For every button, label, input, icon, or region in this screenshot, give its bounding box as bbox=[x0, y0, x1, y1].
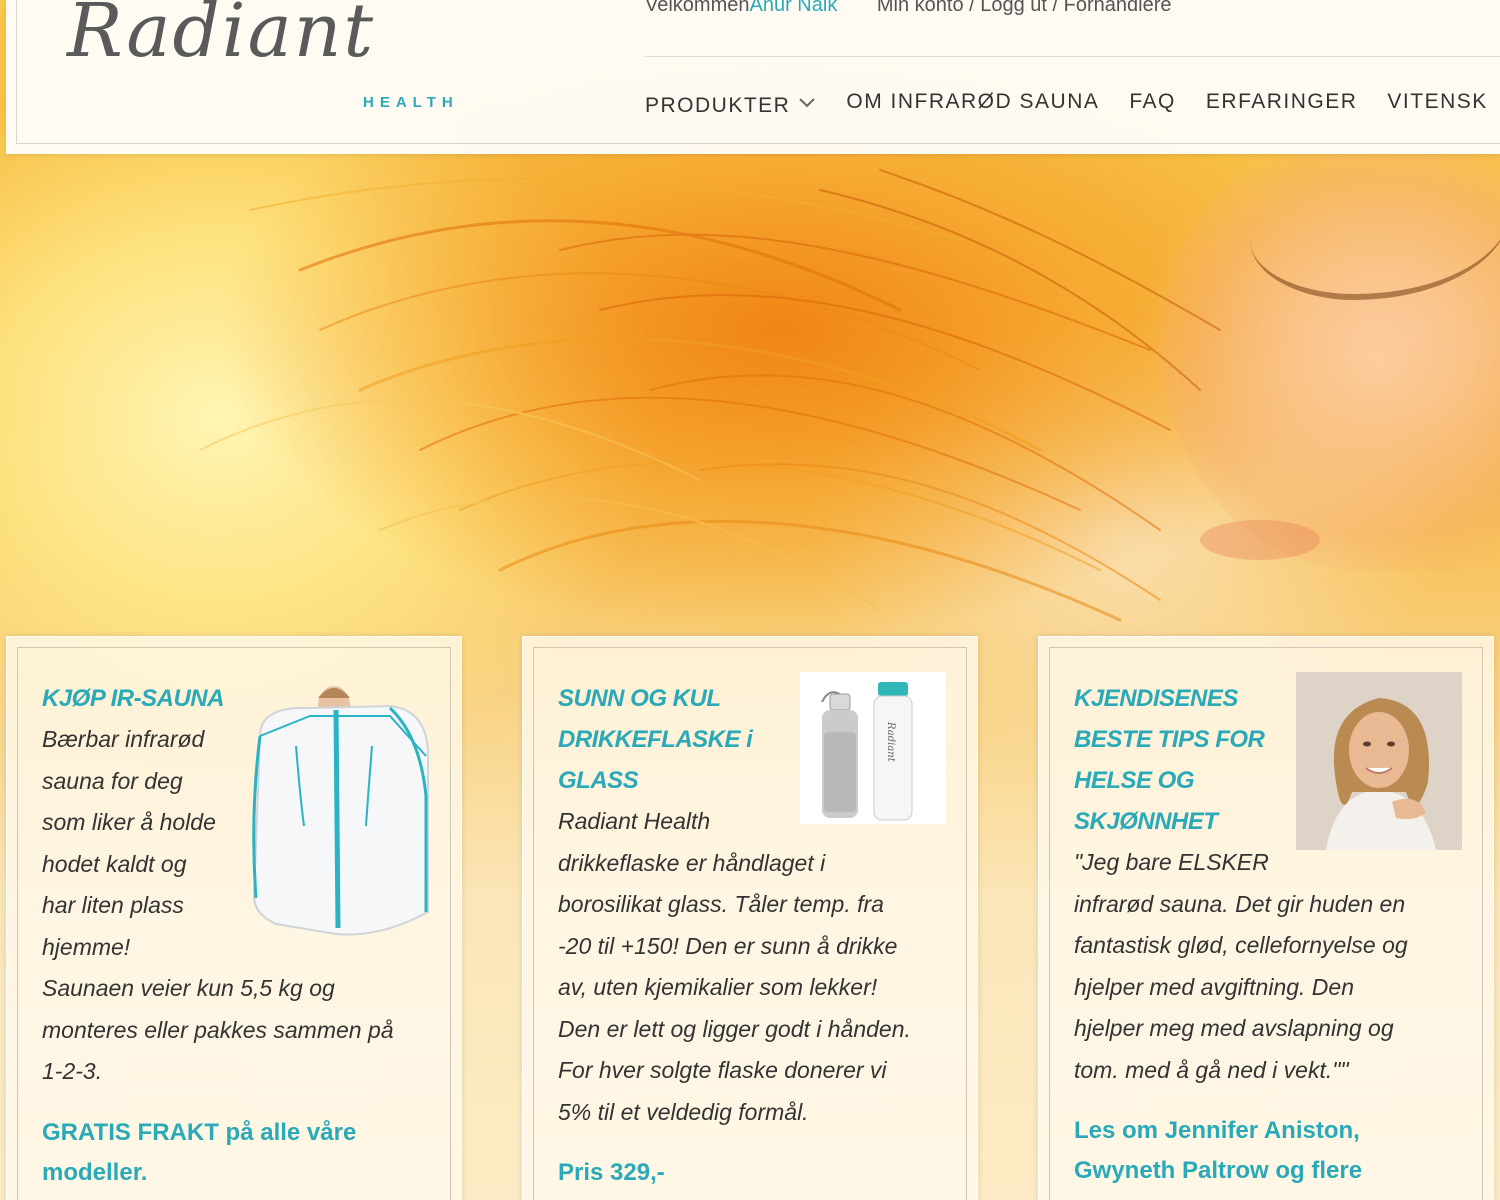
site-logo[interactable]: Radiant HEALTH bbox=[67, 0, 487, 125]
card-title[interactable]: KJØP IR-SAUNA bbox=[42, 678, 452, 719]
card-celebrity-tips[interactable]: KJENDISENES BESTE TIPS FOR HELSE OG SKJØ… bbox=[1038, 636, 1494, 1200]
card-text-line: har liten plass bbox=[42, 892, 184, 918]
cta-line: modeller. bbox=[42, 1158, 148, 1186]
card-text-line: Radiant Health bbox=[558, 808, 711, 834]
card-text-line: hjemme! bbox=[42, 933, 131, 960]
card-text-line: borosilikat glass. Tåler temp. fra bbox=[558, 891, 884, 917]
welcome-label: Velkommen bbox=[645, 0, 750, 16]
card-text-line: Saunaen veier kun 5,5 kg og bbox=[42, 975, 335, 1001]
card-text-line: 5% til et veldedig formål. bbox=[558, 1098, 809, 1125]
card-text-line: infrarød sauna. Det gir huden en bbox=[1074, 890, 1406, 917]
card-title-line: GLASS bbox=[558, 767, 639, 794]
card-text-line: "Jeg bare ELSKER bbox=[1074, 849, 1269, 875]
top-links: VelkommenAnur Naik Min konto / Logg ut /… bbox=[645, 0, 1172, 24]
card-title[interactable]: KJENDISENES BESTE TIPS FOR HELSE OG SKJØ… bbox=[1074, 678, 1484, 842]
account-links[interactable]: Min konto / Logg ut / Forhandlere bbox=[877, 0, 1172, 16]
card-title-line: SKJØNNHET bbox=[1074, 808, 1218, 835]
card-water-bottle[interactable]: Radiant SUNN OG KUL DRIKKEFLASKE i GLASS… bbox=[522, 636, 978, 1200]
card-text-line: av, uten kjemikalier som lekker! bbox=[558, 974, 878, 1000]
chevron-down-icon bbox=[798, 90, 816, 114]
cta-line: Les om Jennifer Aniston, bbox=[1074, 1117, 1360, 1144]
price-label[interactable]: Pris 329,- bbox=[558, 1153, 968, 1193]
card-text-line: Bærbar infrarød bbox=[42, 726, 205, 752]
card-text-line: hjelper meg med avslapning og bbox=[1074, 1015, 1394, 1041]
card-text-line: Den er lett og ligger godt i hånden. bbox=[558, 1015, 911, 1042]
hero-hair-image bbox=[199, 169, 1221, 622]
card-text-line: hjelper med avgiftning. Den bbox=[1074, 973, 1354, 1000]
nav-item-faq[interactable]: FAQ bbox=[1129, 90, 1176, 114]
card-text-line: monteres eller pakkes sammen på bbox=[42, 1016, 394, 1043]
card-text-line: fantastisk glød, cellefornyelse og bbox=[1074, 932, 1408, 958]
card-frame: Radiant SUNN OG KUL DRIKKEFLASKE i GLASS… bbox=[533, 647, 967, 1200]
card-title-line: DRIKKEFLASKE i bbox=[558, 726, 753, 753]
card-text-line: For hver solgte flaske donerer vi bbox=[558, 1057, 887, 1083]
card-text-line: sauna for deg bbox=[42, 767, 183, 794]
main-nav: PRODUKTER OM INFRARØD SAUNA FAQ ERFARINGER V… bbox=[645, 90, 1500, 120]
card-content: SUNN OG KUL DRIKKEFLASKE i GLASS Radiant… bbox=[558, 678, 968, 1193]
card-content: KJENDISENES BESTE TIPS FOR HELSE OG SKJØ… bbox=[1074, 678, 1484, 1191]
nav-item-vitensk[interactable]: VITENSK bbox=[1387, 90, 1487, 114]
card-text-line: hodet kaldt og bbox=[42, 850, 187, 877]
nav-item-erfaringer[interactable]: ERFARINGER bbox=[1206, 90, 1358, 114]
header-frame: Radiant HEALTH VelkommenAnur Naik Min ko… bbox=[16, 0, 1500, 144]
card-title-line: HELSE OG bbox=[1074, 767, 1195, 794]
cta-line: Gwyneth Paltrow og flere bbox=[1074, 1157, 1363, 1184]
free-shipping-link[interactable]: GRATIS FRAKT på alle våre modeller. bbox=[42, 1113, 452, 1193]
card-text-line: -20 til +150! Den er sunn å drikke bbox=[558, 932, 898, 959]
read-celebrities-link[interactable]: Les om Jennifer Aniston, Gwyneth Paltrow… bbox=[1074, 1111, 1484, 1191]
logo-script-text: Radiant bbox=[67, 0, 376, 74]
card-text-line: tom. med å gå ned i vekt."" bbox=[1074, 1056, 1349, 1083]
cta-line: GRATIS FRAKT på alle våre bbox=[42, 1118, 357, 1146]
card-frame: KJENDISENES BESTE TIPS FOR HELSE OG SKJØ… bbox=[1049, 647, 1483, 1200]
nav-item-om-infrarod-sauna[interactable]: OM INFRARØD SAUNA bbox=[846, 90, 1099, 114]
card-title-line: KJENDISENES bbox=[1074, 685, 1238, 712]
card-text-line: som liker å holde bbox=[42, 809, 216, 835]
username-link[interactable]: Anur Naik bbox=[750, 0, 838, 16]
card-text-line: 1-2-3. bbox=[42, 1058, 103, 1084]
card-content: KJØP IR-SAUNA Bærbar infrarød sauna for … bbox=[42, 678, 452, 1193]
card-title[interactable]: SUNN OG KUL DRIKKEFLASKE i GLASS bbox=[558, 678, 968, 801]
card-buy-sauna[interactable]: KJØP IR-SAUNA Bærbar infrarød sauna for … bbox=[6, 636, 462, 1200]
nav-item-produkter[interactable]: PRODUKTER bbox=[645, 90, 816, 118]
card-title-line: BESTE TIPS FOR bbox=[1074, 726, 1265, 753]
header-divider bbox=[645, 56, 1500, 57]
logo-subtitle: HEALTH bbox=[363, 94, 459, 111]
card-text-line: drikkeflaske er håndlaget i bbox=[558, 849, 826, 876]
nav-item-label: PRODUKTER bbox=[645, 94, 791, 117]
card-title-line: SUNN OG KUL bbox=[558, 685, 721, 712]
card-frame: KJØP IR-SAUNA Bærbar infrarød sauna for … bbox=[17, 647, 451, 1200]
